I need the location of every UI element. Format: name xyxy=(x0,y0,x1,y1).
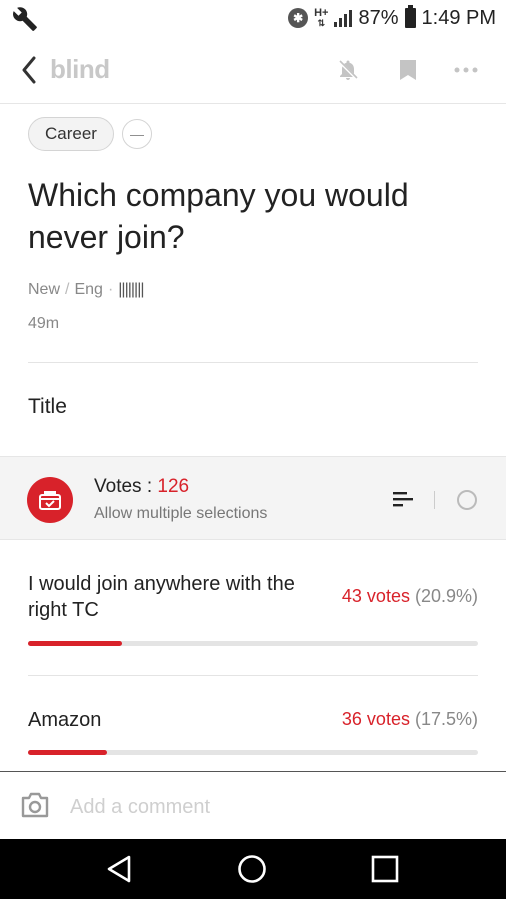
post-meta: New / Eng · |||||||| xyxy=(28,281,145,299)
battery-icon xyxy=(404,5,416,28)
author-company[interactable]: New xyxy=(28,281,60,299)
chip-remove-button[interactable]: — xyxy=(121,119,152,149)
poll-option[interactable]: I would join anywhere with the right TC … xyxy=(28,571,478,651)
more-dots-icon xyxy=(454,67,478,73)
home-circle-icon xyxy=(238,855,266,883)
back-chevron-icon xyxy=(22,56,36,84)
radio-circle-icon[interactable] xyxy=(457,490,477,510)
header-separator xyxy=(434,491,435,509)
nav-recents-button[interactable] xyxy=(369,853,401,885)
bookmark-button[interactable] xyxy=(394,56,422,84)
author-name[interactable]: |||||||| xyxy=(118,281,144,299)
poll-option-percent: (17.5%) xyxy=(414,709,478,729)
poll-option-votes: 43 votes xyxy=(341,586,410,606)
category-row: Career — xyxy=(28,117,152,151)
votes-count: 126 xyxy=(157,476,190,497)
app-header: blind xyxy=(0,36,506,104)
wrench-icon xyxy=(13,7,37,31)
minus-icon: — xyxy=(129,126,144,142)
brand-logo: blind xyxy=(50,54,110,84)
poll-option-result: 36 votes (17.5%) xyxy=(342,709,478,730)
poll-option-result: 43 votes (20.9%) xyxy=(342,586,478,607)
nav-home-button[interactable] xyxy=(236,853,268,885)
nav-back-button[interactable] xyxy=(103,853,135,885)
post-body: Title xyxy=(28,395,67,418)
comment-bar xyxy=(0,771,506,839)
status-bar: ✱ H+ ⇅ 87% 1:49 PM xyxy=(0,0,506,36)
bell-off-icon xyxy=(337,59,359,81)
votes-label: Votes : xyxy=(94,476,153,497)
allow-multiple-note: Allow multiple selections xyxy=(94,505,268,522)
more-options-button[interactable] xyxy=(452,56,480,84)
post-language: Eng xyxy=(74,281,103,298)
bluetooth-icon: ✱ xyxy=(288,8,309,28)
votes-summary: Votes : 126 xyxy=(94,476,189,498)
poll-progress-track xyxy=(28,750,478,755)
comment-input[interactable] xyxy=(70,792,480,822)
divider xyxy=(28,362,478,363)
notifications-off-button[interactable] xyxy=(334,56,362,84)
poll-option-percent: (20.9%) xyxy=(414,586,478,606)
poll-option-label: I would join anywhere with the right TC xyxy=(28,573,295,621)
sort-lines-icon[interactable] xyxy=(390,487,414,511)
poll-progress-fill xyxy=(28,641,123,646)
network-type-indicator: H+ ⇅ xyxy=(314,7,329,29)
camera-icon[interactable] xyxy=(20,792,50,818)
battery-percent: 87% xyxy=(358,6,399,29)
meta-separator: / xyxy=(65,281,70,298)
divider xyxy=(28,675,478,676)
post-title: Which company you would never join? xyxy=(28,177,409,255)
bookmark-icon xyxy=(400,60,416,80)
category-chip[interactable]: Career xyxy=(28,117,114,151)
meta-dot: · xyxy=(107,281,114,298)
poll-progress-fill xyxy=(28,750,107,755)
poll-option-votes: 36 votes xyxy=(341,709,410,729)
poll-option[interactable]: Amazon 36 votes (17.5%) xyxy=(28,707,478,759)
recents-square-icon xyxy=(371,855,399,883)
ballot-box-icon xyxy=(27,477,73,523)
clock: 1:49 PM xyxy=(421,6,496,29)
system-nav-bar xyxy=(0,839,506,899)
post-time: 49m xyxy=(28,315,60,332)
poll-option-label: Amazon xyxy=(28,709,102,731)
poll-header: Votes : 126 Allow multiple selections xyxy=(0,456,506,540)
poll-progress-track xyxy=(28,641,478,646)
back-triangle-icon xyxy=(107,855,131,883)
signal-icon xyxy=(334,9,353,27)
back-button[interactable] xyxy=(16,52,42,88)
